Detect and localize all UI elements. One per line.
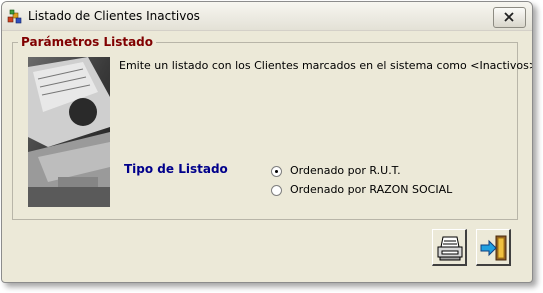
description-text: Emite un listado con los Clientes marcad… xyxy=(119,59,533,72)
print-button[interactable] xyxy=(432,229,467,266)
dialog-window: Listado de Clientes Inactivos Parámetros… xyxy=(1,1,533,283)
printer-icon xyxy=(437,236,463,261)
close-icon xyxy=(504,12,514,22)
radio-label-rut[interactable]: Ordenado por R.U.T. xyxy=(290,164,401,177)
app-icon xyxy=(7,8,23,24)
radio-label-razon-social[interactable]: Ordenado por RAZON SOCIAL xyxy=(290,183,452,196)
exit-door-icon xyxy=(480,235,507,261)
radio-ordenado-razon-social[interactable]: Ordenado por RAZON SOCIAL xyxy=(271,183,511,199)
exit-button[interactable] xyxy=(476,229,511,266)
radio-ordenado-rut[interactable]: Ordenado por R.U.T. xyxy=(271,164,511,180)
radio-selected-dot xyxy=(275,170,278,173)
radio-circle[interactable] xyxy=(271,185,282,196)
tipo-listado-label: Tipo de Listado xyxy=(124,162,228,176)
window-title: Listado de Clientes Inactivos xyxy=(28,9,200,23)
group-legend: Parámetros Listado xyxy=(18,35,157,49)
title-bar[interactable]: Listado de Clientes Inactivos xyxy=(2,2,532,31)
radio-circle[interactable] xyxy=(271,166,282,177)
printer-photo xyxy=(28,57,110,207)
close-button[interactable] xyxy=(493,7,526,28)
